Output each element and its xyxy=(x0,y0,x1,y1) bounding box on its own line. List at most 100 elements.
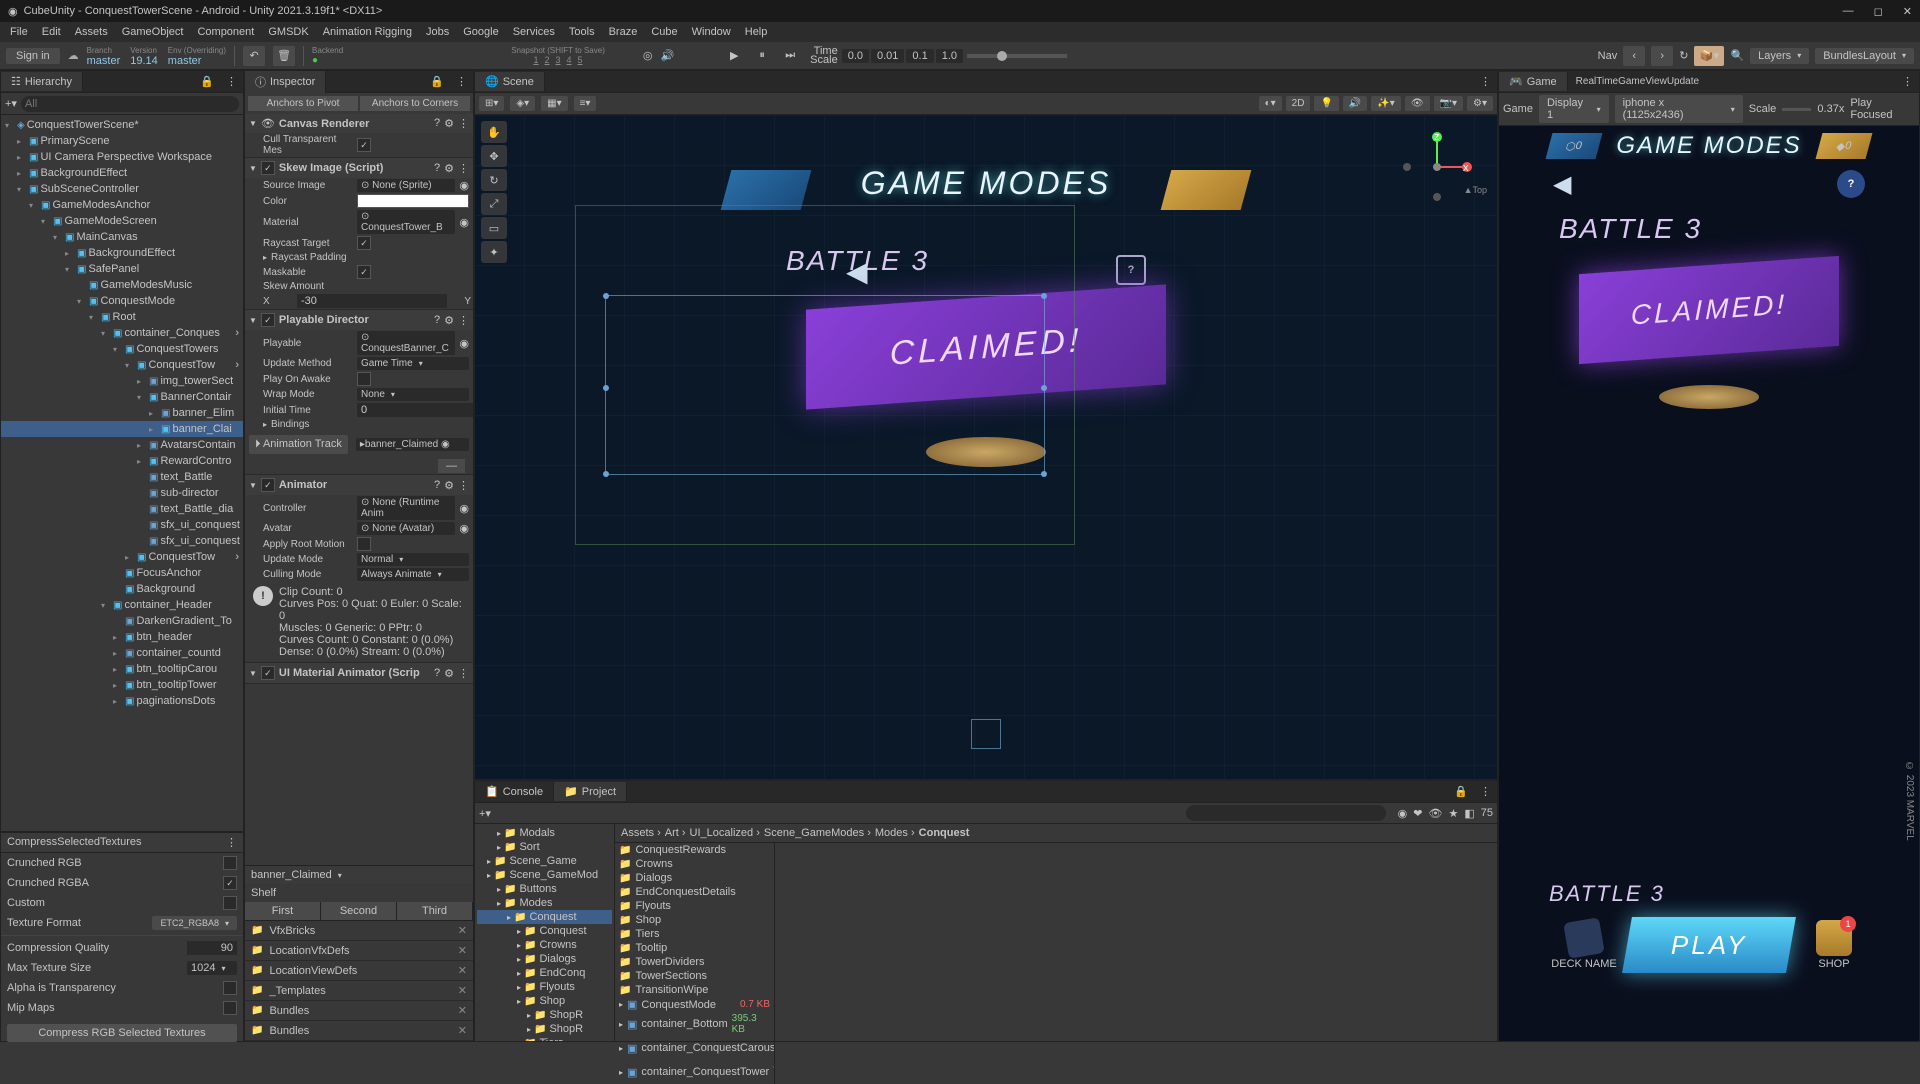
folder-item[interactable]: ▸📁Flyouts xyxy=(477,980,612,994)
folder-item[interactable]: ▸📁Conquest xyxy=(477,924,612,938)
object-field[interactable]: ⊙ ConquestTower_B xyxy=(357,210,455,234)
shelf-tab-first[interactable]: First xyxy=(245,902,321,920)
file-item[interactable]: ▸▣container_ConquestCarousel38.8 KB xyxy=(615,1036,774,1060)
menu-icon[interactable]: ⋮ xyxy=(458,162,469,175)
menu-window[interactable]: Window xyxy=(686,24,737,40)
hierarchy-item[interactable]: ▾▣ConquestMode xyxy=(1,293,243,309)
hierarchy-item[interactable]: ▾▣container_Header xyxy=(1,597,243,613)
cloud-icon[interactable]: ☁ xyxy=(68,49,79,62)
number-field[interactable] xyxy=(357,403,473,417)
hierarchy-item[interactable]: ▾▣MainCanvas xyxy=(1,229,243,245)
snapshot-3[interactable]: 3 xyxy=(556,55,561,65)
folder-item[interactable]: 📁TowerSections xyxy=(615,969,774,983)
folder-item[interactable]: 📁EndConquestDetails xyxy=(615,885,774,899)
package-button[interactable]: 📦▾ xyxy=(1694,46,1724,66)
hierarchy-item[interactable]: ▣DarkenGradient_To xyxy=(1,613,243,629)
folder-item[interactable]: ▸📁Conquest xyxy=(477,910,612,924)
audio-icon[interactable]: 🔊 xyxy=(660,49,674,62)
panel-lock-icon[interactable]: 🔒 xyxy=(194,75,220,88)
folder-item[interactable]: 📁Tiers xyxy=(615,927,774,941)
menu-google[interactable]: Google xyxy=(457,24,504,40)
component-title[interactable]: Skew Image (Script) xyxy=(279,162,430,174)
folder-item[interactable]: ▸📁Modes xyxy=(477,896,612,910)
transform-tool[interactable]: ✦ xyxy=(481,241,507,263)
nav-next-button[interactable]: › xyxy=(1651,46,1673,66)
slider-icon[interactable]: ◧ xyxy=(1464,807,1474,820)
visibility-icon[interactable]: ◎ xyxy=(643,49,653,62)
breadcrumb-item[interactable]: Modes xyxy=(875,827,915,839)
resolution-dropdown[interactable]: iphone x (1125x2436) xyxy=(1615,95,1743,123)
layout-dropdown[interactable]: BundlesLayout xyxy=(1815,48,1914,64)
hierarchy-item[interactable]: ▸▣btn_tooltipTower xyxy=(1,677,243,693)
hierarchy-item[interactable]: ▣GameModesMusic xyxy=(1,277,243,293)
hierarchy-item[interactable]: ▸▣BackgroundEffect xyxy=(1,245,243,261)
shelf-tab-second[interactable]: Second xyxy=(321,902,397,920)
object-picker-icon[interactable]: ◉ xyxy=(459,502,469,515)
dropdown[interactable]: Game Time xyxy=(357,357,469,370)
panel-menu-icon[interactable]: ⋮ xyxy=(1896,75,1919,88)
inspector-tab[interactable]: ⓘInspector xyxy=(245,71,326,93)
folder-item[interactable]: ▸📁ShopR xyxy=(477,1022,612,1036)
component-title[interactable]: Playable Director xyxy=(279,314,430,326)
x-field[interactable] xyxy=(297,294,447,308)
snapshot-1[interactable]: 1 xyxy=(533,55,538,65)
game-tab[interactable]: 🎮Game xyxy=(1499,72,1568,91)
snapshot-4[interactable]: 4 xyxy=(567,55,572,65)
close-button[interactable]: ✕ xyxy=(1903,5,1912,18)
hierarchy-item[interactable]: ▾▣ConquestTowers xyxy=(1,341,243,357)
folder-item[interactable]: ▸📁ShopR xyxy=(477,1008,612,1022)
folder-item[interactable]: ▸📁Sort xyxy=(477,840,612,854)
object-picker-icon[interactable]: ◉ xyxy=(459,179,469,192)
breadcrumb-item[interactable]: Conquest xyxy=(919,827,970,839)
file-item[interactable]: ▸▣container_ConquestTower41.6 KB xyxy=(615,1060,774,1084)
create-button[interactable]: +▾ xyxy=(5,97,17,110)
breadcrumb-item[interactable]: Scene_GameModes xyxy=(764,827,871,839)
object-field[interactable]: ⊙ ConquestBanner_C xyxy=(357,331,455,355)
folder-item[interactable]: ▸📁EndConq xyxy=(477,966,612,980)
timescale-0.0[interactable]: 0.0 xyxy=(842,49,869,63)
panel-menu-icon[interactable]: ⋮ xyxy=(220,75,243,88)
project-search[interactable] xyxy=(1186,805,1386,821)
panel-menu-icon[interactable]: ⋮ xyxy=(450,75,473,88)
undo-history-button[interactable]: ↶ xyxy=(243,46,265,66)
audio-toggle-icon[interactable]: 🔊 xyxy=(1343,96,1367,111)
display-dropdown[interactable]: Display 1 xyxy=(1539,95,1609,123)
shelf-tab-third[interactable]: Third xyxy=(397,902,473,920)
hierarchy-item[interactable]: ▾▣BannerContair xyxy=(1,389,243,405)
scene-tab[interactable]: 🌐Scene xyxy=(475,72,545,91)
maximize-button[interactable]: ◻ xyxy=(1874,5,1883,18)
hierarchy-item[interactable]: ▾▣ConquestTow› xyxy=(1,357,243,373)
layers-dropdown[interactable]: Layers xyxy=(1750,48,1809,64)
hierarchy-item[interactable]: ▣FocusAnchor xyxy=(1,565,243,581)
help-icon[interactable]: ? xyxy=(434,667,440,680)
checkbox[interactable]: ✓ xyxy=(357,236,371,250)
help-icon[interactable]: ? xyxy=(434,117,440,130)
project-create-button[interactable]: +▾ xyxy=(479,807,491,820)
rotate-tool[interactable]: ↻ xyxy=(481,169,507,191)
hierarchy-item[interactable]: ▸▣ConquestTow› xyxy=(1,549,243,565)
hierarchy-item[interactable]: ▾▣SubSceneController xyxy=(1,181,243,197)
scale-slider[interactable] xyxy=(1782,108,1811,111)
dropdown[interactable]: None xyxy=(357,388,469,401)
fav-icon[interactable]: ❤ xyxy=(1413,807,1422,820)
remove-icon[interactable]: ✕ xyxy=(458,1024,467,1037)
move-tool[interactable]: ✥ xyxy=(481,145,507,167)
breadcrumb-item[interactable]: UI_Localized xyxy=(690,827,760,839)
menu-gmsdk[interactable]: GMSDK xyxy=(262,24,314,40)
menu-cube[interactable]: Cube xyxy=(645,24,683,40)
help-icon[interactable]: ? xyxy=(434,479,440,492)
hierarchy-item[interactable]: ▣text_Battle_dia xyxy=(1,501,243,517)
minus-button[interactable]: — xyxy=(438,459,465,473)
menu-icon[interactable]: ⋮ xyxy=(458,479,469,492)
hierarchy-item[interactable]: ▸▣banner_Clai xyxy=(1,421,243,437)
rect-tool[interactable]: ▭ xyxy=(481,217,507,239)
menu-icon[interactable]: ⋮ xyxy=(458,667,469,680)
folder-item[interactable]: 📁Dialogs xyxy=(615,871,774,885)
menu-help[interactable]: Help xyxy=(739,24,774,40)
game-view[interactable]: ⬡0 GAME MODES ◆0 ◀ ? BATTLE 3 CLAIMED! xyxy=(1499,126,1919,1041)
panel-menu-icon[interactable]: ⋮ xyxy=(1474,75,1497,88)
vc-branch[interactable]: Branchmaster xyxy=(87,46,121,66)
hierarchy-item[interactable]: ▸▣BackgroundEffect xyxy=(1,165,243,181)
hierarchy-item[interactable]: ▾▣GameModeScreen xyxy=(1,213,243,229)
remove-icon[interactable]: ✕ xyxy=(458,984,467,997)
